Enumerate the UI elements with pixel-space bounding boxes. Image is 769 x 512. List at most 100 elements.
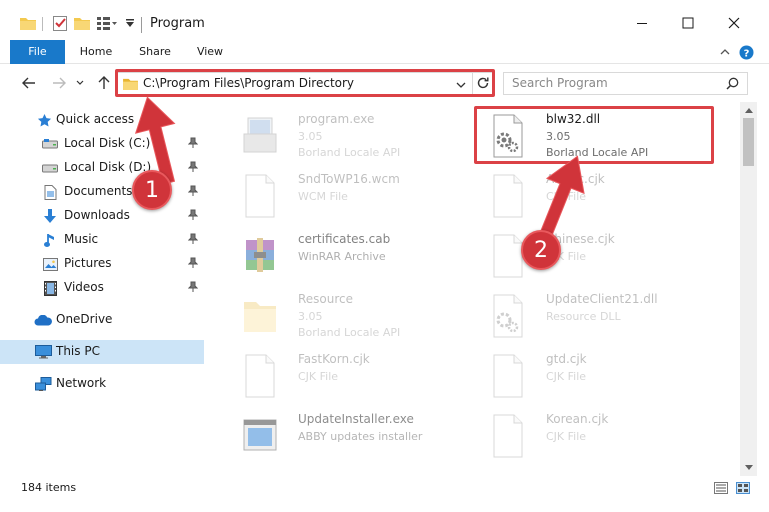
file-explorer-window: Program File Home Share View ? C:\Progra… [0, 0, 769, 512]
minimize-icon [637, 23, 647, 24]
pin-icon[interactable] [187, 233, 199, 248]
chevron-down-icon[interactable] [124, 14, 136, 32]
properties-icon[interactable] [52, 14, 68, 32]
file-name: program.exe [298, 112, 375, 126]
music-icon [42, 232, 58, 248]
nav-label: Videos [64, 280, 104, 294]
maximize-button[interactable] [666, 8, 710, 38]
file-type: ABBY updates installer [298, 430, 423, 443]
arrow-up-icon [98, 76, 110, 89]
tab-home[interactable]: Home [74, 40, 118, 64]
forward-button[interactable] [50, 74, 68, 92]
nav-item-network[interactable]: Network [0, 372, 204, 396]
close-button[interactable] [712, 8, 756, 38]
tab-share[interactable]: Share [133, 40, 177, 64]
blank-file-icon [488, 414, 528, 458]
file-type: CJK File [546, 430, 587, 443]
file-item[interactable]: gtd.cjk CJK File [468, 346, 708, 402]
pin-icon[interactable] [187, 209, 199, 224]
customize-toolbar-icon[interactable] [96, 14, 118, 32]
file-item[interactable]: UpdateClient21.dll Resource DLL [468, 286, 708, 342]
minimize-button[interactable] [620, 8, 664, 38]
new-folder-icon[interactable] [74, 14, 90, 32]
file-name: UpdateInstaller.exe [298, 412, 414, 426]
cloud-icon [34, 312, 52, 328]
documents-icon [42, 184, 58, 200]
file-item[interactable]: FastKorn.cjk CJK File [220, 346, 460, 402]
folder-icon [240, 294, 280, 338]
tab-file[interactable]: File [10, 40, 65, 64]
blank-file-icon [488, 354, 528, 398]
up-button[interactable] [95, 74, 113, 92]
file-version: 3.05 [298, 310, 323, 323]
nav-item-pictures[interactable]: Pictures [0, 252, 204, 276]
pin-icon[interactable] [187, 281, 199, 296]
details-view-icon[interactable] [714, 482, 728, 494]
file-item[interactable]: Resource 3.05 Borland Locale API [220, 286, 460, 342]
file-item[interactable]: certificates.cab WinRAR Archive [220, 226, 460, 282]
folder-icon [20, 14, 36, 32]
file-name: Korean.cjk [546, 412, 609, 426]
scrollbar-thumb[interactable] [743, 118, 754, 166]
nav-item-videos[interactable]: Videos [0, 276, 204, 300]
nav-item-this-pc[interactable]: This PC [0, 340, 204, 364]
vertical-scrollbar[interactable] [740, 102, 757, 476]
expand-ribbon-icon[interactable] [718, 44, 732, 60]
file-item[interactable]: UpdateInstaller.exe ABBY updates install… [220, 406, 460, 462]
status-bar: 184 items [0, 476, 769, 500]
file-name: Resource [298, 292, 354, 306]
arrow-right-icon [53, 77, 66, 89]
network-icon [34, 376, 52, 392]
tab-view[interactable]: View [189, 40, 231, 64]
nav-item-music[interactable]: Music [0, 228, 204, 252]
archive-icon [240, 234, 280, 278]
blank-file-icon [240, 354, 280, 398]
file-description: Borland Locale API [298, 326, 401, 339]
file-name: SndToWP16.wcm [298, 172, 400, 186]
file-name: certificates.cab [298, 232, 391, 246]
step-2-badge: 2 [521, 230, 561, 270]
file-item[interactable]: Korean.cjk CJK File [468, 406, 708, 462]
nav-label: Music [64, 232, 99, 246]
installer-icon [240, 414, 280, 458]
blank-file-icon [240, 174, 280, 218]
svg-text:?: ? [743, 48, 749, 59]
file-type: WinRAR Archive [298, 250, 386, 263]
item-count: 184 items [21, 481, 77, 494]
search-icon[interactable] [726, 77, 739, 93]
tiles-view-icon[interactable] [736, 482, 750, 494]
file-type: Resource DLL [546, 310, 621, 323]
scroll-up-icon[interactable] [740, 102, 757, 119]
toolbar-divider [42, 17, 43, 31]
nav-label: Network [56, 376, 107, 390]
back-button[interactable] [20, 74, 38, 92]
drive-icon [42, 136, 58, 152]
window-title: Program [150, 16, 205, 31]
step-1-badge: 1 [132, 170, 172, 210]
file-description: Borland Locale API [298, 146, 401, 159]
nav-label: Downloads [64, 208, 130, 222]
videos-icon [42, 280, 58, 296]
nav-item-onedrive[interactable]: OneDrive [0, 308, 204, 332]
computer-icon [34, 344, 52, 360]
recent-locations-button[interactable] [74, 74, 86, 92]
ribbon-tabs: File Home Share View ? [0, 40, 769, 64]
search-placeholder: Search Program [512, 76, 608, 90]
title-bar: Program [0, 0, 769, 40]
file-item[interactable]: program.exe 3.05 Borland Locale API [220, 106, 460, 162]
exe-icon [240, 114, 280, 158]
chevron-down-icon [76, 80, 84, 85]
nav-label: Pictures [64, 256, 112, 270]
nav-item-downloads[interactable]: Downloads [0, 204, 204, 228]
star-icon [36, 112, 52, 128]
search-box[interactable]: Search Program [503, 72, 748, 95]
pin-icon[interactable] [187, 257, 199, 272]
help-icon[interactable]: ? [738, 44, 754, 60]
pictures-icon [42, 256, 58, 272]
downloads-icon [42, 208, 58, 224]
scroll-down-icon[interactable] [740, 459, 757, 476]
file-name: FastKorn.cjk [298, 352, 370, 366]
arrow-left-icon [22, 77, 35, 89]
file-item[interactable]: SndToWP16.wcm WCM File [220, 166, 460, 222]
file-type: CJK File [546, 370, 587, 383]
